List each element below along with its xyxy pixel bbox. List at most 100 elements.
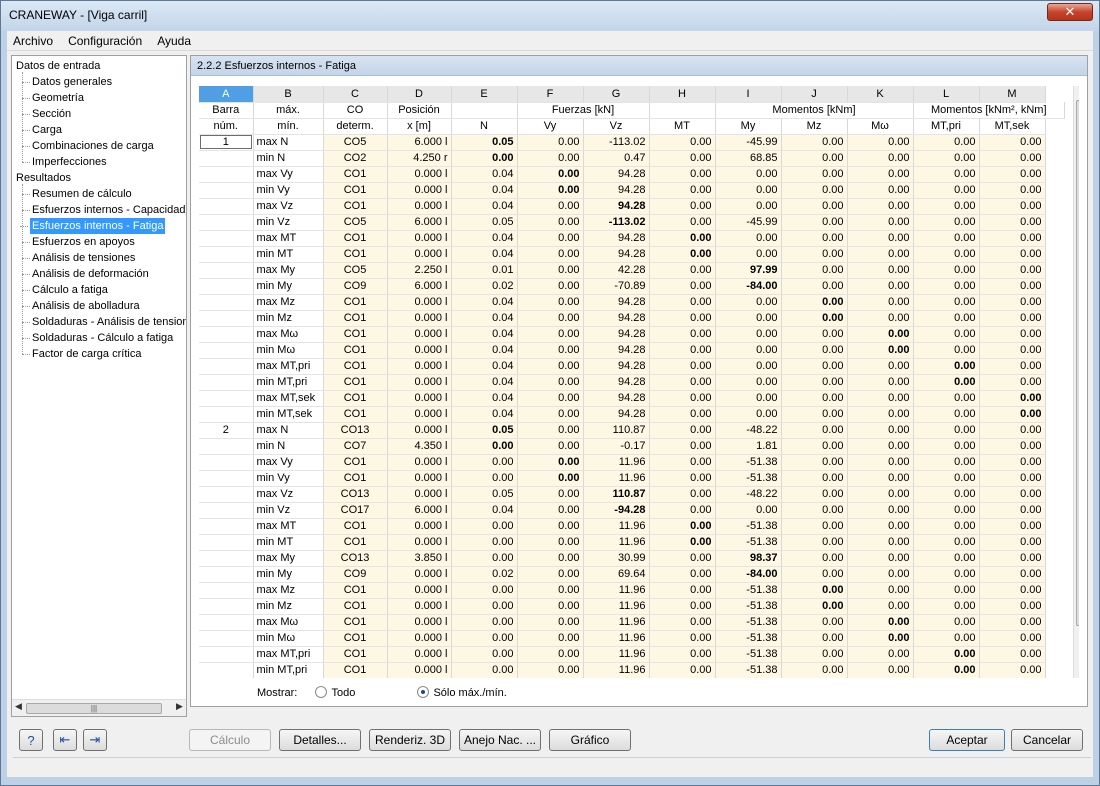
cell-m[interactable]: 0.00 xyxy=(979,182,1046,199)
cell-e[interactable]: 0.04 xyxy=(451,374,518,391)
cell-f[interactable]: 0.00 xyxy=(517,150,584,167)
import-button[interactable]: ⇤ xyxy=(53,729,77,751)
cell-c[interactable]: CO1 xyxy=(323,454,388,471)
cell-k[interactable]: 0.00 xyxy=(847,486,914,503)
cell-d[interactable]: 0.000 l xyxy=(387,518,452,535)
cell-c[interactable]: CO1 xyxy=(323,390,388,407)
cell-m[interactable]: 0.00 xyxy=(979,438,1046,455)
table-row[interactable]: min MT CO1 0.000 l 0.00 0.00 11.96 0.00 -51.38 0… xyxy=(199,534,1065,551)
cell-d[interactable]: 0.000 l xyxy=(387,566,452,583)
cell-a[interactable] xyxy=(199,262,254,279)
cell-m[interactable]: 0.00 xyxy=(979,518,1046,535)
cell-g[interactable]: 11.96 xyxy=(583,646,650,663)
cell-f[interactable]: 0.00 xyxy=(517,198,584,215)
scroll-left-icon[interactable]: ◀ xyxy=(15,701,22,712)
tree-item-geometria[interactable]: Geometría xyxy=(22,90,84,106)
cell-h[interactable]: 0.00 xyxy=(649,534,716,551)
cell-h[interactable]: 0.00 xyxy=(649,550,716,567)
cell-m[interactable]: 0.00 xyxy=(979,150,1046,167)
cell-a[interactable] xyxy=(199,534,254,551)
cell-m[interactable]: 0.00 xyxy=(979,534,1046,551)
cell-m[interactable]: 0.00 xyxy=(979,502,1046,519)
scroll-thumb[interactable]: ||| xyxy=(26,703,162,714)
table-row[interactable]: min Mz CO1 0.000 l 0.04 0.00 94.28 0.00 0.00 0.0… xyxy=(199,310,1065,327)
cell-i[interactable]: 0.00 xyxy=(715,294,782,311)
cell-a[interactable] xyxy=(199,326,254,343)
cell-j[interactable]: 0.00 xyxy=(781,182,848,199)
column-letter-g[interactable]: G xyxy=(583,86,650,103)
cell-e[interactable]: 0.05 xyxy=(451,134,518,151)
column-letter-h[interactable]: H xyxy=(649,86,716,103)
table-row[interactable]: min N CO2 4.250 r 0.00 0.00 0.47 0.00 68.85 0.00… xyxy=(199,150,1065,167)
cell-d[interactable]: 4.350 l xyxy=(387,438,452,455)
cell-i[interactable]: 0.00 xyxy=(715,502,782,519)
cell-d[interactable]: 0.000 l xyxy=(387,486,452,503)
cell-g[interactable]: 11.96 xyxy=(583,582,650,599)
cell-f[interactable]: 0.00 xyxy=(517,230,584,247)
cell-i[interactable]: -51.38 xyxy=(715,630,782,647)
cell-l[interactable]: 0.00 xyxy=(913,150,980,167)
cell-b[interactable]: min Vz xyxy=(253,214,324,231)
cell-l[interactable]: 0.00 xyxy=(913,246,980,263)
cell-m[interactable]: 0.00 xyxy=(979,198,1046,215)
cell-k[interactable]: 0.00 xyxy=(847,310,914,327)
cell-f[interactable]: 0.00 xyxy=(517,550,584,567)
cell-a[interactable] xyxy=(199,214,254,231)
tree-item-factor-de-carga-critica[interactable]: Factor de carga crítica xyxy=(21,346,141,362)
cell-h[interactable]: 0.00 xyxy=(649,470,716,487)
cell-h[interactable]: 0.00 xyxy=(649,358,716,375)
cell-i[interactable]: 0.00 xyxy=(715,390,782,407)
cell-i[interactable]: -51.38 xyxy=(715,470,782,487)
tree-item-carga[interactable]: Carga xyxy=(22,122,62,138)
cell-j[interactable]: 0.00 xyxy=(781,150,848,167)
cell-h[interactable]: 0.00 xyxy=(649,422,716,439)
table-row[interactable]: min MT,pri CO1 0.000 l 0.00 0.00 11.96 0.00 -51… xyxy=(199,662,1065,678)
cell-e[interactable]: 0.00 xyxy=(451,598,518,615)
cell-h[interactable]: 0.00 xyxy=(649,214,716,231)
menu-ayuda[interactable]: Ayuda xyxy=(151,31,197,48)
cell-b[interactable]: min Vy xyxy=(253,182,324,199)
cell-b[interactable]: min My xyxy=(253,278,324,295)
table-row[interactable]: max MT CO1 0.000 l 0.00 0.00 11.96 0.00 -51.38 0… xyxy=(199,518,1065,535)
cell-e[interactable]: 0.00 xyxy=(451,630,518,647)
cell-b[interactable]: min Vy xyxy=(253,470,324,487)
scroll-down-icon[interactable]: ▼ xyxy=(1077,664,1079,674)
cell-h[interactable]: 0.00 xyxy=(649,166,716,183)
cell-d[interactable]: 0.000 l xyxy=(387,342,452,359)
cell-c[interactable]: CO1 xyxy=(323,646,388,663)
cell-l[interactable]: 0.00 xyxy=(913,214,980,231)
cell-e[interactable]: 0.04 xyxy=(451,182,518,199)
cell-d[interactable]: 0.000 l xyxy=(387,166,452,183)
cell-b[interactable]: min MT,pri xyxy=(253,662,324,678)
menu-configuracion[interactable]: Configuración xyxy=(62,31,148,48)
cell-f[interactable]: 0.00 xyxy=(517,262,584,279)
cell-b[interactable]: min Mz xyxy=(253,310,324,327)
cell-g[interactable]: 0.47 xyxy=(583,150,650,167)
cell-j[interactable]: 0.00 xyxy=(781,134,848,151)
cell-l[interactable]: 0.00 xyxy=(913,326,980,343)
cell-e[interactable]: 0.04 xyxy=(451,358,518,375)
cell-e[interactable]: 0.04 xyxy=(451,310,518,327)
cell-e[interactable]: 0.00 xyxy=(451,662,518,678)
cell-f[interactable]: 0.00 xyxy=(517,342,584,359)
cell-b[interactable]: max MT,pri xyxy=(253,358,324,375)
cell-f[interactable]: 0.00 xyxy=(517,470,584,487)
cell-d[interactable]: 6.000 l xyxy=(387,278,452,295)
cell-h[interactable]: 0.00 xyxy=(649,198,716,215)
cell-i[interactable]: 68.85 xyxy=(715,150,782,167)
cell-b[interactable]: min N xyxy=(253,150,324,167)
cell-d[interactable]: 0.000 l xyxy=(387,422,452,439)
cell-g[interactable]: 94.28 xyxy=(583,198,650,215)
cell-a[interactable] xyxy=(199,278,254,295)
cell-h[interactable]: 0.00 xyxy=(649,566,716,583)
table-row[interactable]: min My CO9 0.000 l 0.02 0.00 69.64 0.00 -84.00 0… xyxy=(199,566,1065,583)
cell-m[interactable]: 0.00 xyxy=(979,310,1046,327)
tree-item-seccion[interactable]: Sección xyxy=(21,106,71,122)
cell-m[interactable]: 0.00 xyxy=(979,326,1046,343)
cell-k[interactable]: 0.00 xyxy=(847,358,914,375)
cell-l[interactable]: 0.00 xyxy=(913,470,980,487)
cell-a[interactable] xyxy=(199,390,254,407)
cell-k[interactable]: 0.00 xyxy=(847,518,914,535)
cell-j[interactable]: 0.00 xyxy=(781,598,848,615)
table-row[interactable]: min Vy CO1 0.000 l 0.04 0.00 94.28 0.00 0.00 0.0… xyxy=(199,182,1065,199)
